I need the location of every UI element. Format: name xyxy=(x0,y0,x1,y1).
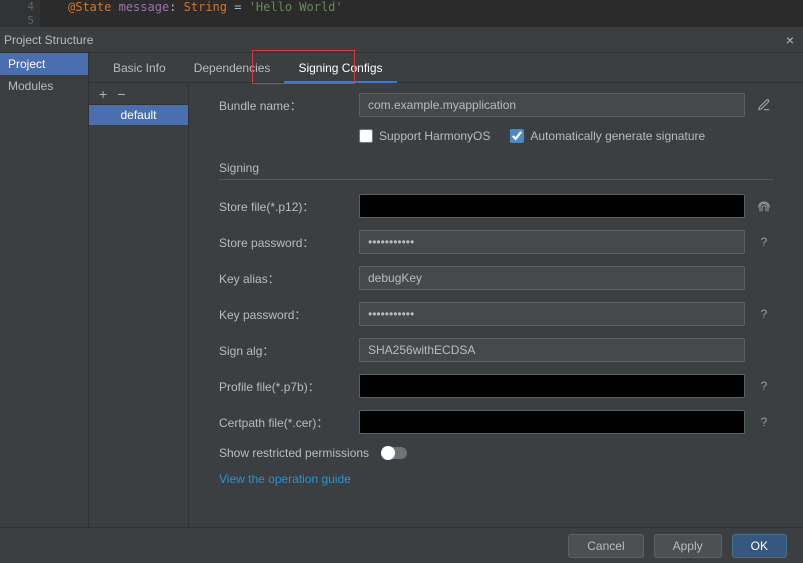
tab-dependencies[interactable]: Dependencies xyxy=(180,53,285,83)
key-password-label: Key password： xyxy=(219,306,359,323)
dialog-title-text: Project Structure xyxy=(4,27,93,53)
edit-icon[interactable] xyxy=(755,96,773,114)
certpath-file-label: Certpath file(*.cer)： xyxy=(219,414,359,431)
left-nav-modules[interactable]: Modules xyxy=(0,75,88,97)
auto-generate-signature-label: Automatically generate signature xyxy=(530,129,705,143)
left-nav-project[interactable]: Project xyxy=(0,53,88,75)
tab-signing-configs[interactable]: Signing Configs xyxy=(284,53,396,83)
store-password-label: Store password： xyxy=(219,234,359,251)
signing-form: Bundle name： Support HarmonyOS xyxy=(189,83,803,527)
ok-button[interactable]: OK xyxy=(732,534,787,558)
editor-code-strip: 4 5 @State message: String = 'Hello Worl… xyxy=(0,0,803,27)
left-nav: Project Modules xyxy=(0,53,89,527)
auto-generate-signature-checkbox[interactable]: Automatically generate signature xyxy=(510,129,705,143)
key-alias-label: Key alias： xyxy=(219,270,359,287)
key-password-field[interactable] xyxy=(359,302,745,326)
remove-module-icon[interactable]: − xyxy=(117,86,125,102)
tab-basic-info[interactable]: Basic Info xyxy=(99,53,180,83)
dialog-button-bar: Cancel Apply OK xyxy=(0,527,803,563)
operation-guide-link[interactable]: View the operation guide xyxy=(219,472,351,486)
store-file-field[interactable] xyxy=(359,194,745,218)
support-harmonyos-label: Support HarmonyOS xyxy=(379,129,490,143)
module-item-default[interactable]: default xyxy=(89,105,188,125)
dialog-titlebar: Project Structure × xyxy=(0,27,803,53)
key-alias-field[interactable] xyxy=(359,266,745,290)
support-harmonyos-checkbox[interactable]: Support HarmonyOS xyxy=(359,129,490,143)
signing-section-separator xyxy=(219,179,773,180)
help-icon[interactable]: ? xyxy=(755,413,773,431)
show-restricted-label: Show restricted permissions xyxy=(219,446,369,460)
help-icon[interactable]: ? xyxy=(755,377,773,395)
sign-alg-label: Sign alg： xyxy=(219,342,359,359)
show-restricted-toggle[interactable] xyxy=(381,447,407,459)
signing-section-head: Signing xyxy=(219,161,773,175)
profile-file-field[interactable] xyxy=(359,374,745,398)
store-file-label: Store file(*.p12)： xyxy=(219,198,359,215)
project-structure-dialog: Project Structure × Project Modules Basi… xyxy=(0,27,803,563)
help-icon[interactable]: ? xyxy=(755,305,773,323)
store-password-field[interactable] xyxy=(359,230,745,254)
cancel-button[interactable]: Cancel xyxy=(568,534,643,558)
help-icon[interactable]: ? xyxy=(755,233,773,251)
editor-code-line: @State message: String = 'Hello World' xyxy=(40,0,343,14)
close-icon[interactable]: × xyxy=(777,27,803,53)
tabs-row: Basic Info Dependencies Signing Configs xyxy=(89,53,803,83)
modules-toolbar: + − xyxy=(89,83,188,105)
add-module-icon[interactable]: + xyxy=(99,86,107,102)
sign-alg-field[interactable] xyxy=(359,338,745,362)
certpath-file-field[interactable] xyxy=(359,410,745,434)
modules-list: + − default xyxy=(89,83,189,527)
profile-file-label: Profile file(*.p7b)： xyxy=(219,378,359,395)
apply-button[interactable]: Apply xyxy=(654,534,722,558)
bundle-name-field[interactable] xyxy=(359,93,745,117)
bundle-name-label: Bundle name： xyxy=(219,97,359,114)
editor-gutter: 4 5 xyxy=(0,0,40,27)
fingerprint-icon[interactable] xyxy=(755,197,773,215)
